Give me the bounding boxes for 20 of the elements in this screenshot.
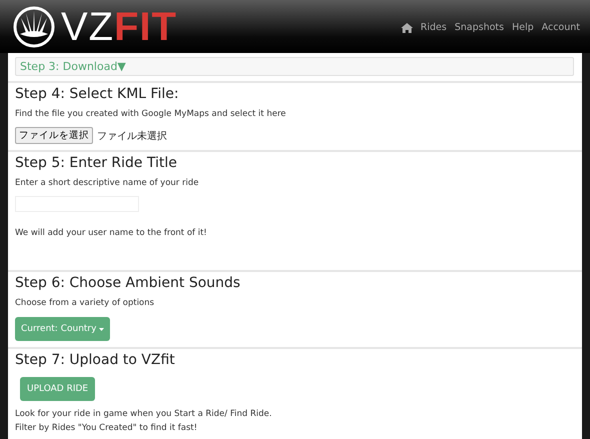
info-text: Filter by Rides "You Created" to find it fast! <box>15 423 198 433</box>
step-heading: Step 6: Choose Ambient Sounds <box>15 275 242 291</box>
nav-link[interactable]: Rides <box>420 22 447 33</box>
info-text: Look for your ride in game when you Start a Ride/ Find Ride. <box>15 409 273 419</box>
instruction-text: Enter a short descriptive name of your ride <box>15 178 200 188</box>
file-status-text: ファイル未選択 <box>97 130 167 142</box>
nav-link[interactable]: Snapshots <box>454 22 504 33</box>
nav-link[interactable]: Account <box>542 22 580 33</box>
choose-file-button[interactable]: ファイルを選択 <box>15 127 93 144</box>
caret-icon <box>99 328 104 330</box>
step-heading: Step 7: Upload to VZfit <box>15 352 176 368</box>
logo-icon <box>13 6 55 48</box>
step-heading: Step 5: Enter Ride Title <box>15 155 178 171</box>
instruction-text: Choose from a variety of options <box>15 298 156 308</box>
home-icon[interactable] <box>400 22 413 32</box>
instruction-text: Find the file you created with Google MyMaps and select it here <box>15 109 287 119</box>
logo-text: VZFIT <box>61 6 178 46</box>
nav-link[interactable]: Help <box>512 22 534 33</box>
note-text: We will add your user name to the front of it! <box>15 228 208 238</box>
step-heading: Step 4: Select KML File: <box>15 86 180 102</box>
